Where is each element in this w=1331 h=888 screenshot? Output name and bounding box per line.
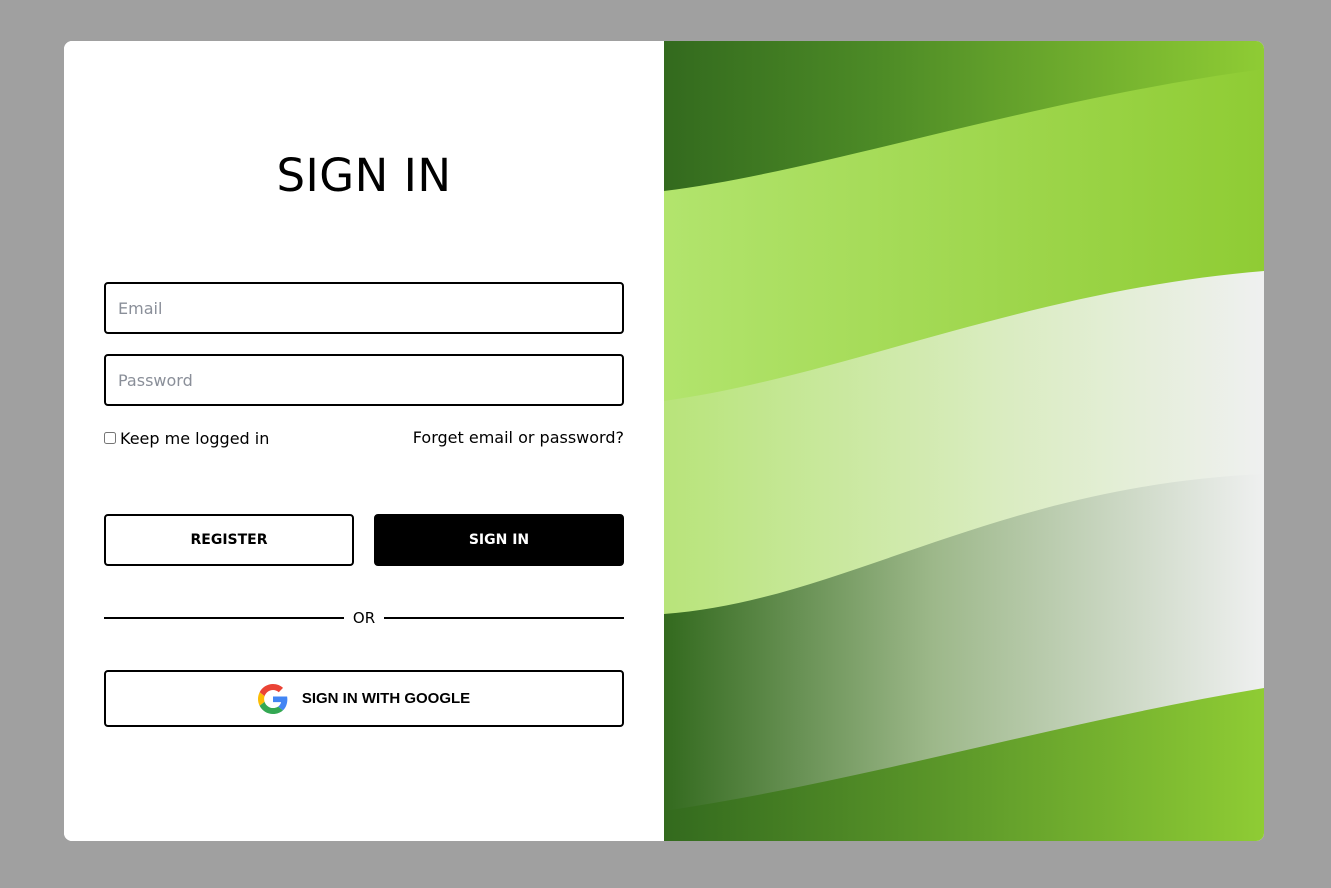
- divider-line-left: [104, 617, 344, 619]
- google-sign-in-label: SIGN IN WITH GOOGLE: [301, 690, 471, 707]
- email-field[interactable]: [104, 282, 624, 334]
- decorative-wave-panel: [664, 41, 1264, 841]
- register-button[interactable]: REGISTER: [104, 514, 354, 566]
- form-panel: SIGN IN Keep me logged in Forget email o…: [64, 41, 664, 841]
- google-sign-in-button[interactable]: SIGN IN WITH GOOGLE: [104, 670, 624, 727]
- or-divider: OR: [104, 607, 625, 629]
- wave-background-illustration: [664, 41, 1264, 841]
- remember-me[interactable]: Keep me logged in: [104, 426, 269, 450]
- remember-me-label: Keep me logged in: [120, 428, 270, 448]
- sign-in-card: SIGN IN Keep me logged in Forget email o…: [64, 41, 1264, 841]
- divider-line-right: [384, 617, 625, 619]
- page-title: SIGN IN: [276, 149, 452, 202]
- remember-me-checkbox[interactable]: [104, 432, 116, 444]
- password-field[interactable]: [104, 354, 624, 406]
- google-icon: [257, 683, 288, 714]
- forgot-credentials-link[interactable]: Forget email or password?: [413, 426, 624, 450]
- divider-label: OR: [352, 609, 376, 627]
- sign-in-button[interactable]: SIGN IN: [374, 514, 624, 566]
